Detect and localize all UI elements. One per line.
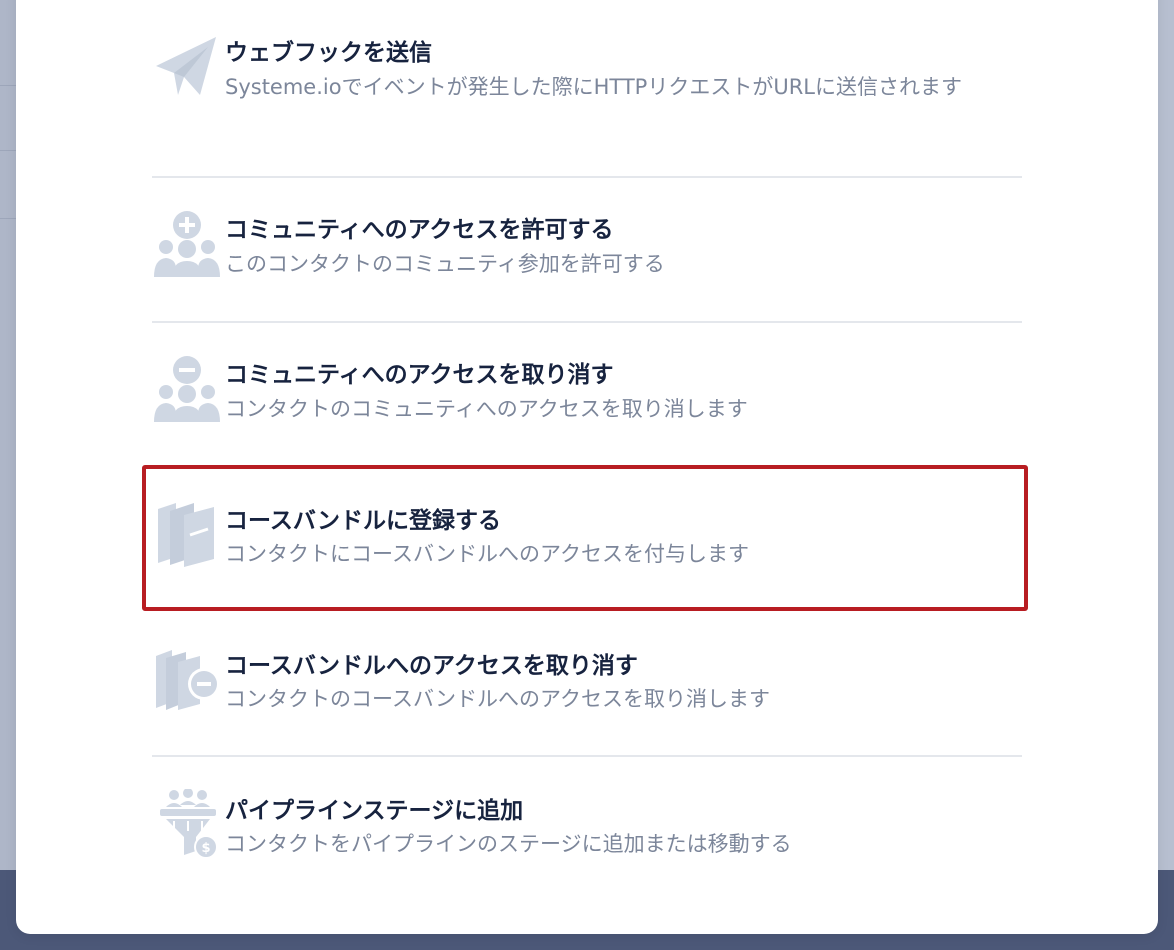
action-title: パイプラインステージに追加 xyxy=(225,798,524,824)
action-description: このコンタクトのコミュニティ参加を許可する xyxy=(225,252,665,276)
action-item-revoke-course-bundle[interactable]: コースバンドルへのアクセスを取り消す コンタクトのコースバンドルへのアクセスを取… xyxy=(136,640,1006,730)
pipeline-funnel-icon: $ xyxy=(160,789,218,859)
divider xyxy=(152,176,1022,178)
action-title: コミュニティへのアクセスを取り消す xyxy=(225,362,614,388)
course-bundle-remove-icon xyxy=(156,650,220,710)
action-item-grant-community-access[interactable]: コミュニティへのアクセスを許可する このコンタクトのコミュニティ参加を許可する xyxy=(136,205,1006,295)
community-add-icon xyxy=(154,211,220,277)
svg-text:$: $ xyxy=(201,841,210,856)
action-description: コンタクトのコミュニティへのアクセスを取り消します xyxy=(225,397,748,421)
action-description: コンタクトのコースバンドルへのアクセスを取り消します xyxy=(225,687,770,711)
paper-plane-icon xyxy=(156,37,216,95)
course-bundle-icon xyxy=(158,503,214,567)
action-item-add-pipeline-stage[interactable]: $ パイプラインステージに追加 コンタクトをパイプラインのステージに追加または移… xyxy=(136,785,1006,875)
action-description: コンタクトをパイプラインのステージに追加または移動する xyxy=(225,832,792,856)
action-item-send-webhook[interactable]: ウェブフックを送信 Systeme.ioでイベントが発生した際にHTTPリクエス… xyxy=(136,30,1006,140)
action-title: ウェブフックを送信 xyxy=(225,40,432,66)
action-item-revoke-community-access[interactable]: コミュニティへのアクセスを取り消す コンタクトのコミュニティへのアクセスを取り消… xyxy=(136,350,1006,440)
action-title: コースバンドルへのアクセスを取り消す xyxy=(225,653,638,679)
backdrop-left-panel xyxy=(0,0,16,950)
action-title: コースバンドルに登録する xyxy=(225,508,501,534)
divider xyxy=(152,321,1022,323)
action-title: コミュニティへのアクセスを許可する xyxy=(225,217,614,243)
divider xyxy=(152,755,1022,757)
action-description: コンタクトにコースバンドルへのアクセスを付与します xyxy=(225,542,749,566)
action-description: Systeme.ioでイベントが発生した際にHTTPリクエストがURLに送信され… xyxy=(225,75,962,99)
action-item-enroll-course-bundle[interactable]: コースバンドルに登録する コンタクトにコースバンドルへのアクセスを付与します xyxy=(136,495,1006,585)
community-remove-icon xyxy=(154,356,220,422)
